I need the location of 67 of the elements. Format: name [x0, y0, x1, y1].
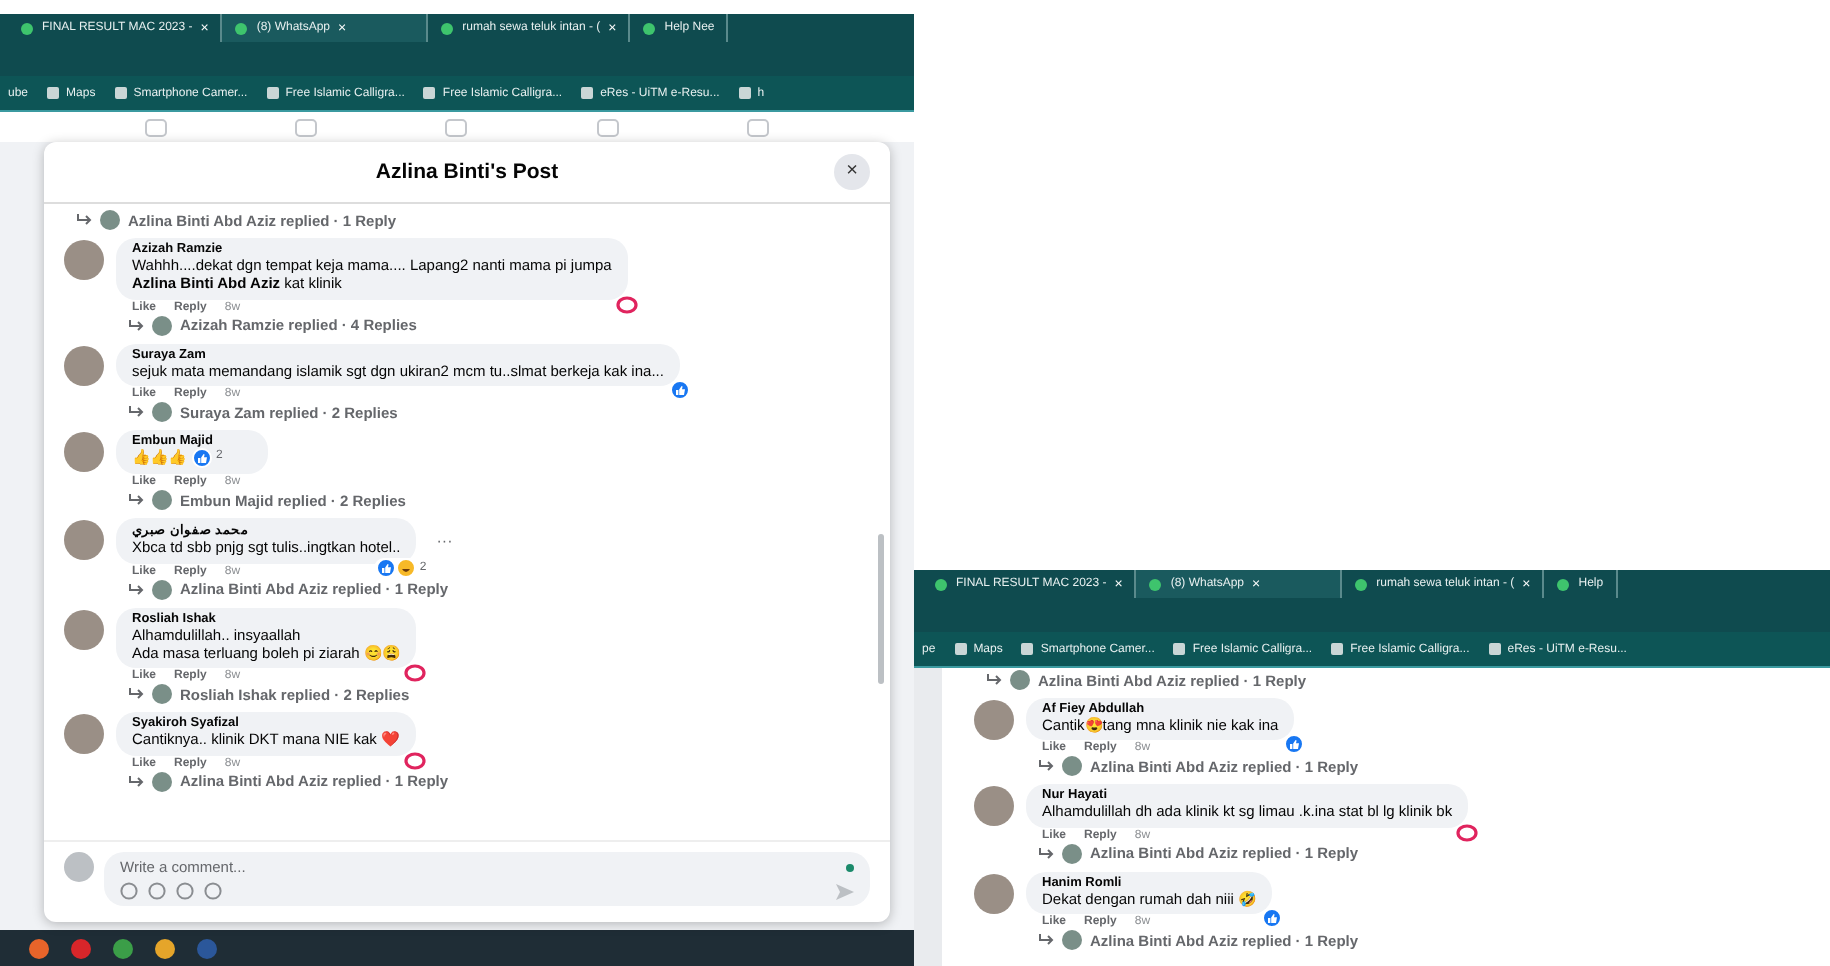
taskbar-app-icon	[70, 937, 92, 959]
reply-arrow-icon	[128, 775, 144, 788]
bookmark-favicon	[1020, 642, 1035, 656]
avatar	[152, 579, 172, 600]
tab-favicon	[440, 21, 455, 35]
bookmark-favicon	[1330, 642, 1345, 656]
tab-favicon	[1148, 577, 1163, 591]
more-options-button[interactable]: ···	[436, 531, 453, 550]
avatar[interactable]	[974, 873, 1014, 914]
tab-favicon	[234, 21, 249, 35]
status-dot-icon	[846, 863, 854, 871]
bookmark-favicon	[46, 86, 61, 100]
nav-icon	[294, 117, 319, 137]
reply-arrow-icon	[986, 674, 1002, 686]
avatar	[1062, 843, 1082, 864]
tab-favicon	[1354, 577, 1369, 591]
avatar[interactable]	[974, 700, 1014, 740]
reply-arrow-icon	[128, 494, 144, 507]
tab-favicon	[1556, 577, 1571, 591]
avatar	[152, 490, 172, 511]
avatar	[64, 852, 94, 882]
tab-favicon	[934, 577, 948, 591]
reply-arrow-icon	[76, 214, 92, 226]
nav-icon	[143, 117, 168, 137]
taskbar-app-icon	[28, 937, 50, 959]
bookmark-favicon	[580, 86, 595, 100]
avatar[interactable]	[64, 345, 104, 386]
reply-arrow-icon	[128, 688, 144, 701]
avatar	[152, 402, 172, 423]
reply-arrow-icon	[1038, 934, 1054, 947]
avatar[interactable]	[64, 520, 104, 561]
bookmark-favicon	[422, 86, 437, 100]
send-icon	[836, 883, 854, 899]
avatar	[1010, 670, 1030, 690]
taskbar-app-icon	[112, 937, 134, 959]
avatar[interactable]	[64, 609, 104, 650]
bookmark-favicon	[113, 86, 128, 100]
dialog-title: Azlina Binti's Post	[375, 160, 559, 184]
bookmark-favicon	[265, 86, 280, 100]
reply-arrow-icon	[128, 406, 144, 419]
bookmark-favicon	[1172, 642, 1187, 656]
avatar	[152, 315, 172, 336]
taskbar-app-icon	[154, 937, 176, 959]
taskbar-app-icon	[196, 937, 218, 959]
avatar	[152, 684, 172, 705]
bookmark-favicon	[1487, 642, 1502, 656]
tab-favicon	[20, 21, 34, 35]
avatar[interactable]	[64, 714, 104, 755]
avatar[interactable]	[64, 432, 104, 473]
nav-icon	[595, 117, 620, 137]
nav-icon	[444, 117, 469, 137]
avatar	[152, 771, 172, 792]
tab-favicon	[642, 21, 657, 35]
scrollbar[interactable]	[878, 534, 884, 684]
reply-arrow-icon	[1038, 847, 1054, 860]
avatar[interactable]	[974, 786, 1014, 827]
nav-icon	[746, 117, 771, 137]
reply-arrow-icon	[1038, 760, 1054, 773]
avatar	[1062, 756, 1082, 777]
avatar	[1062, 930, 1082, 951]
close-button[interactable]: ×	[834, 154, 870, 190]
bookmark-favicon	[953, 642, 968, 656]
avatar	[100, 210, 120, 230]
bookmark-favicon	[737, 86, 752, 100]
reply-arrow-icon	[128, 319, 144, 332]
reply-arrow-icon	[128, 583, 144, 596]
avatar[interactable]	[64, 240, 104, 280]
